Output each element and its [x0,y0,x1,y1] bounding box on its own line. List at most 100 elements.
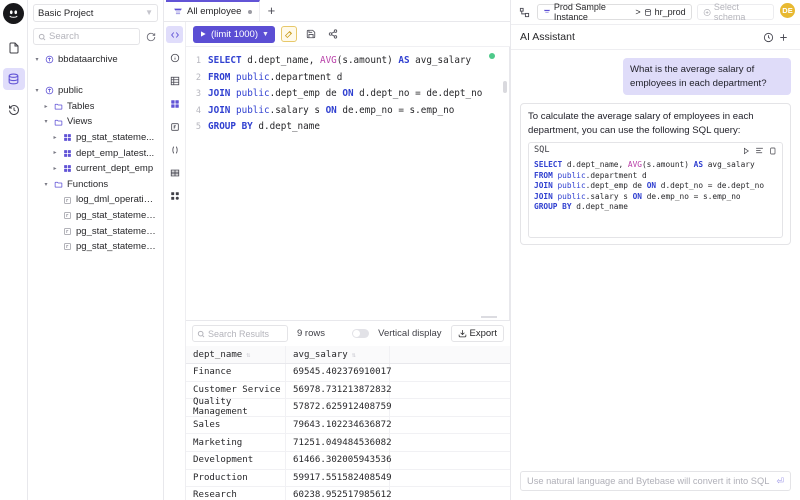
tree-node[interactable]: ▸current_dept_emp [33,161,158,177]
rail-item-history[interactable] [3,99,25,121]
twisty-icon[interactable]: ▸ [42,104,50,110]
schema-selector[interactable]: Select schema [697,4,775,20]
tree-node[interactable]: ▸pg_stat_stateme... [33,130,158,146]
cell-avg-salary[interactable]: 57872.625912408759 [286,399,390,416]
results-grid[interactable]: dept_name⇅avg_salary⇅Finance69545.402376… [186,346,510,500]
ai-assistant-panel: Prod Sample Instance > hr_prod Select sc… [510,0,800,500]
cell-dept-name[interactable]: Marketing [186,434,286,451]
table-grid-icon[interactable] [166,72,183,89]
play-icon [199,30,207,38]
table-row[interactable]: Finance69545.402376910017 [186,364,510,382]
ai-title: AI Assistant [520,31,761,43]
editor-scrollbar[interactable] [503,81,507,93]
sequence-icon[interactable] [166,164,183,181]
table-row[interactable]: Production59917.551582408549 [186,470,510,488]
run-query-button[interactable]: (limit 1000) ▼ [193,26,275,43]
table-row[interactable]: Quality Management57872.625912408759 [186,399,510,417]
save-icon [306,29,316,39]
connection-icon[interactable] [518,5,532,20]
cell-avg-salary[interactable]: 69545.402376910017 [286,364,390,381]
parentheses-icon[interactable] [166,141,183,158]
cell-avg-salary[interactable]: 79643.102234636872 [286,417,390,434]
tree-node[interactable]: pg_stat_statements [33,208,158,224]
search-icon [38,33,46,41]
twisty-icon[interactable]: ▾ [33,57,41,63]
copy-icon[interactable] [769,147,777,155]
tree-node[interactable]: ▾bbdataarchive [33,52,158,68]
cell-dept-name[interactable]: Quality Management [186,399,286,416]
cell-dept-name[interactable]: Production [186,470,286,487]
tree-node[interactable]: pg_stat_statements... [33,239,158,255]
project-selector[interactable]: Basic Project ▼ [33,4,158,22]
instance-database-selector[interactable]: Prod Sample Instance > hr_prod [537,4,692,20]
sql-code-editor[interactable]: 1SELECT d.dept_name, AVG(s.amount) AS av… [186,47,510,320]
cell-dept-name[interactable]: Finance [186,364,286,381]
avatar[interactable]: DE [780,3,795,18]
refresh-icon[interactable] [143,29,158,44]
cell-avg-salary[interactable]: 61466.302005943536 [286,452,390,469]
column-header-dept-name[interactable]: dept_name⇅ [186,346,286,363]
column-header-avg-salary[interactable]: avg_salary⇅ [286,346,390,363]
assistant-code-line: SELECT d.dept_name, AVG(s.amount) AS avg… [534,160,777,171]
twisty-icon[interactable]: ▾ [42,119,50,125]
ai-prompt-input[interactable]: Use natural language and Bytebase will c… [520,471,791,491]
editor-resize-handle[interactable] [481,316,497,318]
rail-item-projects[interactable] [3,37,25,59]
tree-node[interactable]: ▾Views [33,114,158,130]
table-row[interactable]: Development61466.302005943536 [186,452,510,470]
puzzle-icon[interactable] [166,187,183,204]
twisty-icon[interactable]: ▾ [42,182,50,188]
tab-all-employee[interactable]: All employee [166,0,260,21]
run-icon[interactable] [742,147,750,155]
tree-node[interactable]: log_dml_operations [33,192,158,208]
cell-avg-salary[interactable]: 71251.049484536082 [286,434,390,451]
share-query-button[interactable] [325,26,341,42]
tree-node[interactable]: ▸Tables [33,99,158,115]
table-row[interactable]: Research60238.952517985612 [186,487,510,500]
twisty-icon[interactable]: ▾ [33,88,41,94]
sort-icon[interactable]: ⇅ [352,351,356,359]
cell-dept-name[interactable]: Customer Service [186,382,286,399]
cell-dept-name[interactable]: Sales [186,417,286,434]
sort-icon[interactable]: ⇅ [246,351,250,359]
code-brackets-icon[interactable] [166,26,183,43]
cell-avg-salary[interactable]: 60238.952517985612 [286,487,390,500]
enter-icon[interactable]: ⏎ [776,476,784,487]
twisty-icon[interactable]: ▸ [51,135,59,141]
view-icon [62,149,73,158]
tree-node[interactable]: ▾Functions [33,177,158,193]
results-toolbar: Search Results 9 rows Vertical display E… [186,321,510,346]
plus-icon[interactable] [776,30,791,45]
line-content: JOIN public.salary s ON de.emp_no = s.em… [208,103,454,119]
code-language-label: SQL [534,144,550,158]
rail-item-sql-editor[interactable] [3,68,25,90]
insert-icon[interactable] [755,146,764,155]
function-box-icon[interactable] [166,118,183,135]
database-icon [644,8,652,17]
results-search-input[interactable]: Search Results [192,325,288,342]
twisty-icon[interactable]: ▸ [51,166,59,172]
chevron-down-icon: ▼ [145,9,153,17]
vertical-display-toggle[interactable] [352,329,369,338]
clock-icon[interactable] [761,30,776,45]
tree-node[interactable]: ▸dept_emp_latest... [33,146,158,162]
cell-dept-name[interactable]: Research [186,487,286,500]
ai-prompt-placeholder: Use natural language and Bytebase will c… [527,476,769,486]
new-tab-button[interactable]: + [260,0,282,21]
export-button[interactable]: Export [451,325,504,342]
twisty-icon[interactable]: ▸ [51,150,59,156]
views-grid-icon[interactable] [166,95,183,112]
info-circle-icon[interactable] [166,49,183,66]
format-sql-button[interactable] [281,26,297,42]
cell-avg-salary[interactable]: 59917.551582408549 [286,470,390,487]
sidebar-search-input[interactable]: Search [33,28,140,45]
tree-node[interactable]: pg_stat_statements... [33,224,158,240]
tree-node[interactable]: ▾public [33,83,158,99]
folder-icon [53,180,64,189]
project-name: Basic Project [38,8,145,19]
cell-avg-salary[interactable]: 56978.731213872832 [286,382,390,399]
cell-dept-name[interactable]: Development [186,452,286,469]
save-query-button[interactable] [303,26,319,42]
table-row[interactable]: Marketing71251.049484536082 [186,434,510,452]
table-row[interactable]: Sales79643.102234636872 [186,417,510,435]
